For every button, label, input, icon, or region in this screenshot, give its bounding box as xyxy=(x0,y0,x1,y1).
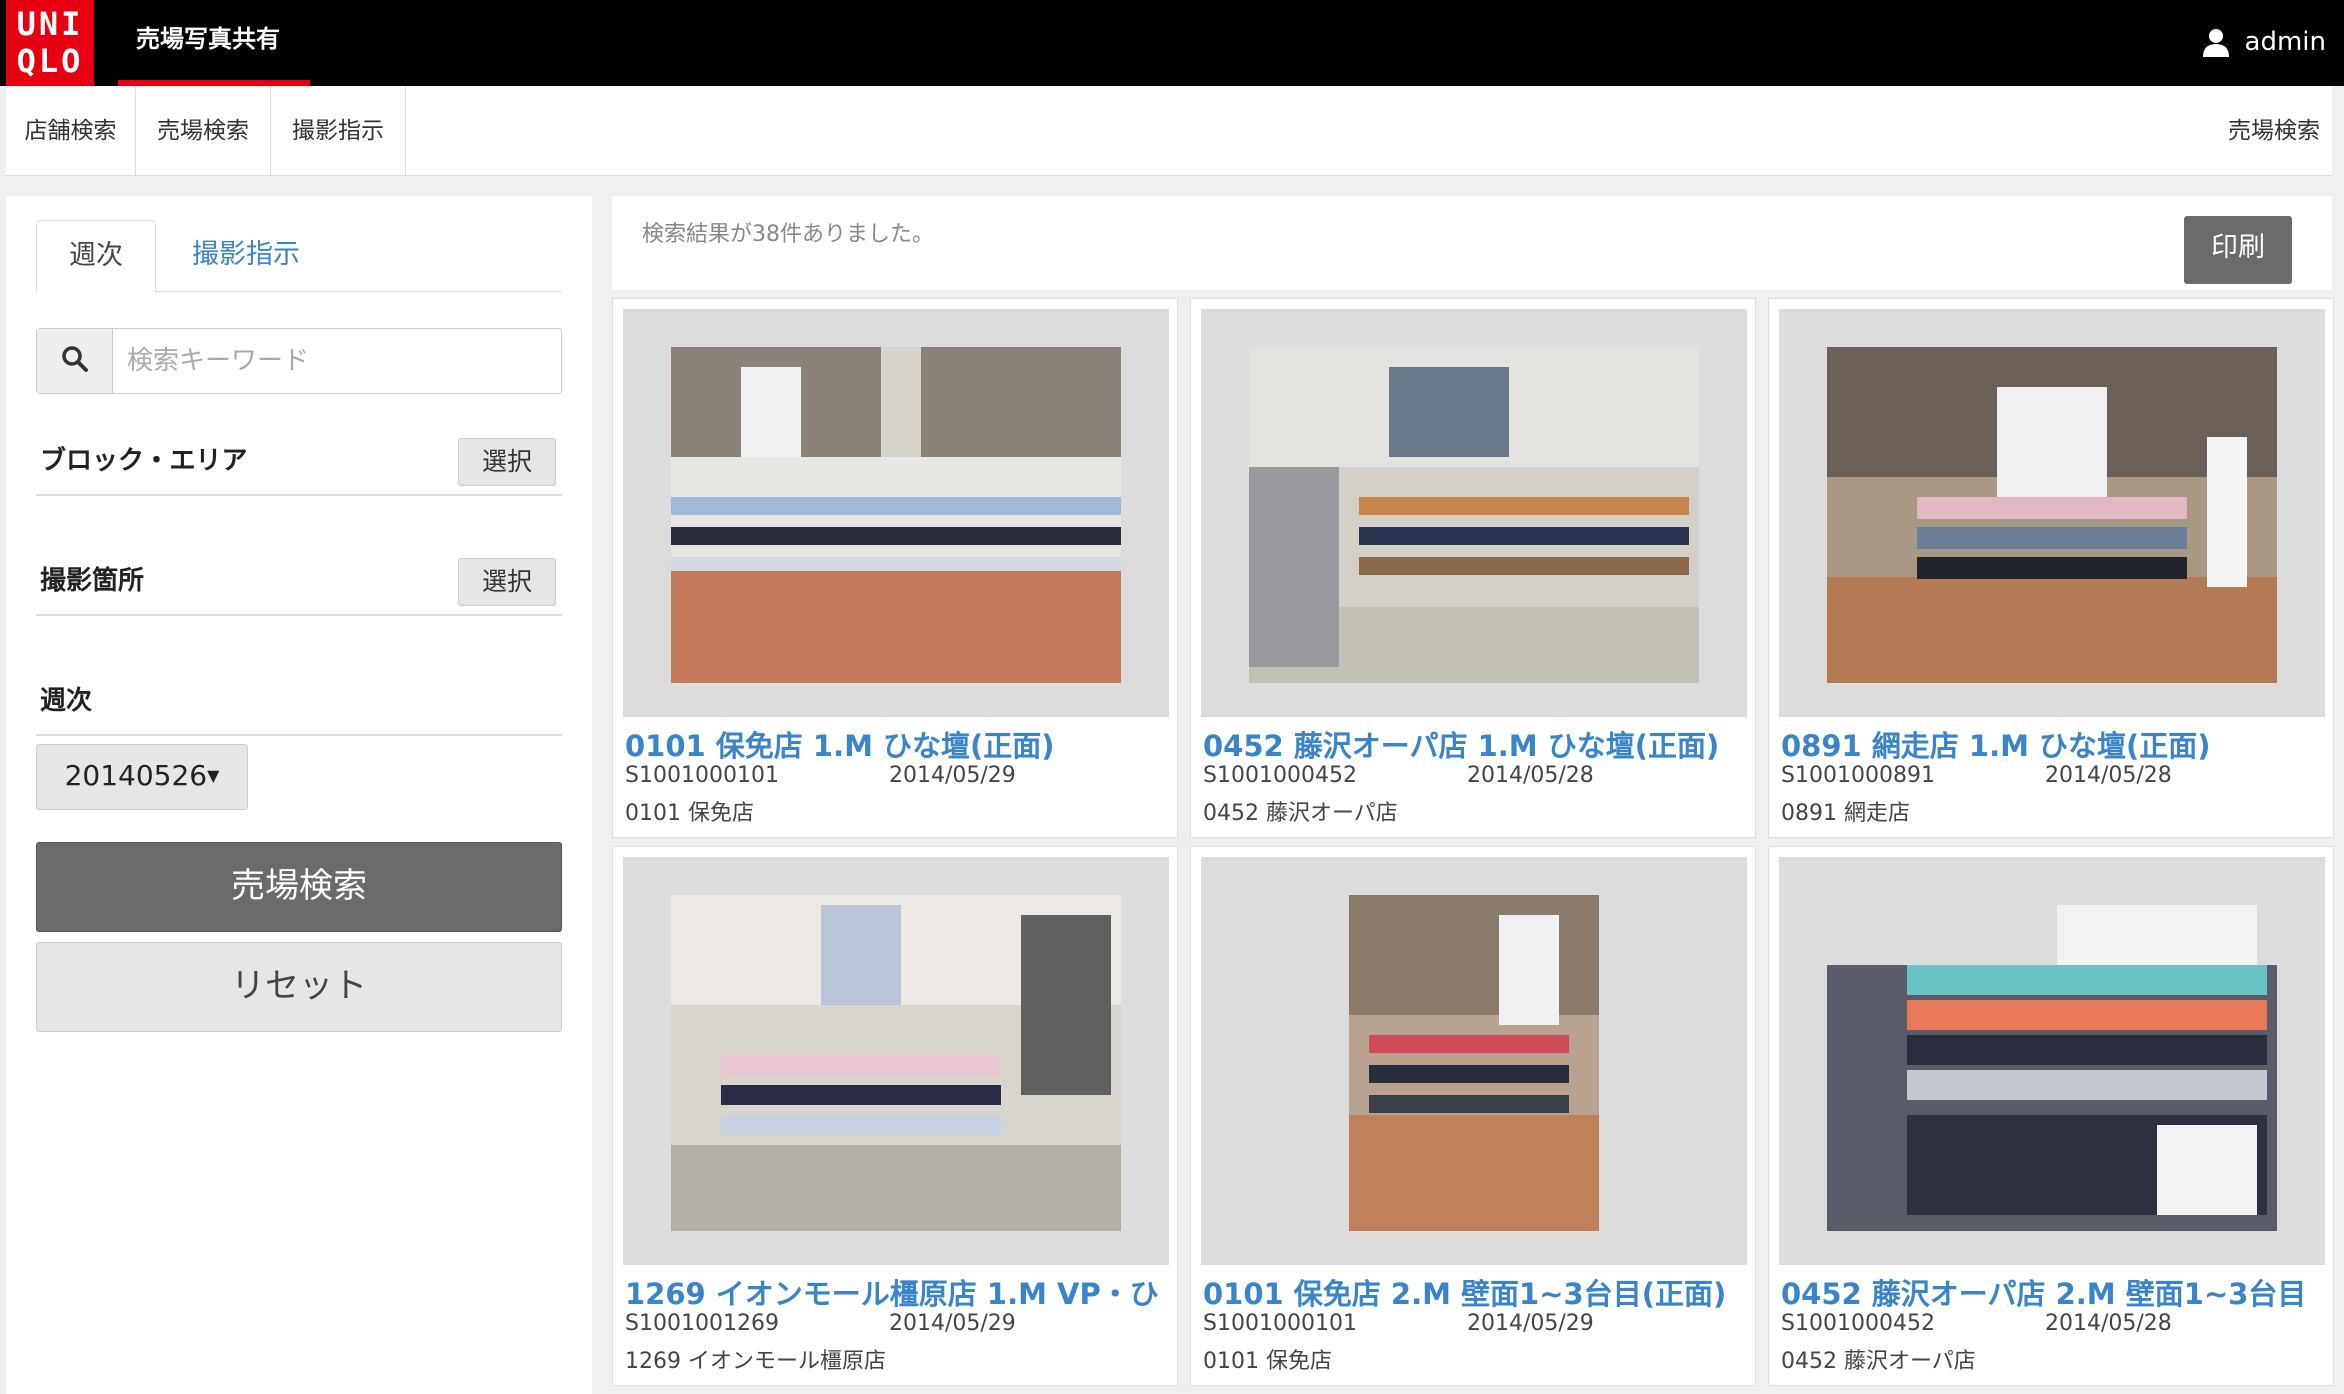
result-card[interactable]: 1269 イオンモール橿原店 1.M VP・ひ S1001001269 2014… xyxy=(612,846,1178,1386)
floor-search-button[interactable]: 売場検索 xyxy=(36,842,562,932)
search-icon xyxy=(61,345,89,377)
card-title[interactable]: 0452 藤沢オーパ店 2.M 壁面1~3台目 xyxy=(1781,1271,2329,1313)
nav-floor-search[interactable]: 売場検索 xyxy=(136,86,271,176)
filter-shooting-location-label: 撮影箇所 xyxy=(40,566,145,596)
result-header: 検索結果が38件ありました。 印刷 xyxy=(612,196,2332,290)
card-store: 1269 イオンモール橿原店 xyxy=(625,1349,886,1374)
photo-frame xyxy=(1779,857,2325,1265)
week-label: 週次 xyxy=(40,686,93,716)
search-box xyxy=(36,328,562,394)
card-code: S1001000452 xyxy=(1781,1311,1935,1336)
shooting-location-select-button[interactable]: 選択 xyxy=(458,558,556,606)
photo-frame xyxy=(623,309,1169,717)
result-summary: 検索結果が38件ありました。 xyxy=(642,222,934,247)
nav-current-page: 売場検索 xyxy=(2228,118,2320,144)
card-title[interactable]: 0452 藤沢オーパ店 1.M ひな壇(正面) xyxy=(1203,723,1751,765)
search-input[interactable] xyxy=(127,337,547,385)
week-value: 20140526 xyxy=(64,759,208,792)
card-date: 2014/05/29 xyxy=(889,763,1016,788)
card-code: S1001000101 xyxy=(625,763,779,788)
result-card[interactable]: 0452 藤沢オーパ店 1.M ひな壇(正面) S1001000452 2014… xyxy=(1190,298,1756,838)
filter-block-area: ブロック・エリア 選択 xyxy=(36,432,562,496)
store-photo[interactable] xyxy=(1827,347,2277,683)
tab-weekly[interactable]: 週次 xyxy=(36,220,156,293)
user-menu[interactable]: admin xyxy=(2201,20,2326,64)
card-store: 0101 保免店 xyxy=(625,801,754,826)
card-title[interactable]: 1269 イオンモール橿原店 1.M VP・ひ xyxy=(625,1271,1173,1313)
logo-text-top: UNI xyxy=(16,5,84,43)
store-photo[interactable] xyxy=(671,347,1121,683)
block-area-select-button[interactable]: 選択 xyxy=(458,438,556,486)
card-title[interactable]: 0101 保免店 2.M 壁面1~3台目(正面) xyxy=(1203,1271,1751,1313)
filter-block-area-label: ブロック・エリア xyxy=(40,446,248,476)
card-store: 0452 藤沢オーパ店 xyxy=(1781,1349,1976,1374)
card-code: S1001000101 xyxy=(1203,1311,1357,1336)
card-code: S1001000452 xyxy=(1203,763,1357,788)
main-nav: 店舗検索 売場検索 撮影指示 売場検索 xyxy=(6,86,2332,176)
app-title[interactable]: 売場写真共有 xyxy=(136,0,280,82)
card-store: 0452 藤沢オーパ店 xyxy=(1203,801,1398,826)
filter-week: 週次 xyxy=(36,672,562,736)
card-date: 2014/05/28 xyxy=(2045,763,2172,788)
card-store: 0891 網走店 xyxy=(1781,801,1910,826)
card-date: 2014/05/29 xyxy=(1467,1311,1594,1336)
card-title[interactable]: 0101 保免店 1.M ひな壇(正面) xyxy=(625,723,1173,765)
card-code: S1001001269 xyxy=(625,1311,779,1336)
sidebar-tabs: 週次 撮影指示 xyxy=(36,208,562,293)
card-code: S1001000891 xyxy=(1781,763,1935,788)
photo-frame xyxy=(1201,309,1747,717)
filter-shooting-location: 撮影箇所 選択 xyxy=(36,552,562,616)
store-photo[interactable] xyxy=(1249,347,1699,683)
photo-frame xyxy=(623,857,1169,1265)
caret-down-icon: ▼ xyxy=(207,766,220,785)
photo-frame xyxy=(1201,857,1747,1265)
top-bar: UNI QLO 売場写真共有 admin xyxy=(0,0,2344,86)
photo-frame xyxy=(1779,309,2325,717)
store-photo[interactable] xyxy=(1827,895,2277,1231)
uniqlo-logo[interactable]: UNI QLO xyxy=(6,0,94,86)
tab-shooting-instruction[interactable]: 撮影指示 xyxy=(192,220,300,293)
card-title[interactable]: 0891 網走店 1.M ひな壇(正面) xyxy=(1781,723,2329,765)
user-name: admin xyxy=(2244,27,2326,57)
nav-shooting-instruction[interactable]: 撮影指示 xyxy=(271,86,406,176)
result-card[interactable]: 0891 網走店 1.M ひな壇(正面) S1001000891 2014/05… xyxy=(1768,298,2334,838)
result-card[interactable]: 0101 保免店 2.M 壁面1~3台目(正面) S1001000101 201… xyxy=(1190,846,1756,1386)
result-card[interactable]: 0101 保免店 1.M ひな壇(正面) S1001000101 2014/05… xyxy=(612,298,1178,838)
user-icon xyxy=(2201,27,2231,57)
store-photo[interactable] xyxy=(671,895,1121,1231)
card-date: 2014/05/29 xyxy=(889,1311,1016,1336)
card-store: 0101 保免店 xyxy=(1203,1349,1332,1374)
reset-button[interactable]: リセット xyxy=(36,942,562,1032)
store-photo[interactable] xyxy=(1349,895,1599,1231)
print-button[interactable]: 印刷 xyxy=(2184,216,2292,284)
card-date: 2014/05/28 xyxy=(1467,763,1594,788)
logo-text-bottom: QLO xyxy=(16,42,84,80)
nav-store-search[interactable]: 店舗検索 xyxy=(6,86,136,176)
sidebar: 週次 撮影指示 ブロック・エリア 選択 撮影箇所 選択 週次 20140526▼… xyxy=(6,196,592,1394)
search-button[interactable] xyxy=(37,329,113,393)
week-dropdown[interactable]: 20140526▼ xyxy=(36,744,248,810)
result-card[interactable]: 0452 藤沢オーパ店 2.M 壁面1~3台目 S1001000452 2014… xyxy=(1768,846,2334,1386)
card-date: 2014/05/28 xyxy=(2045,1311,2172,1336)
